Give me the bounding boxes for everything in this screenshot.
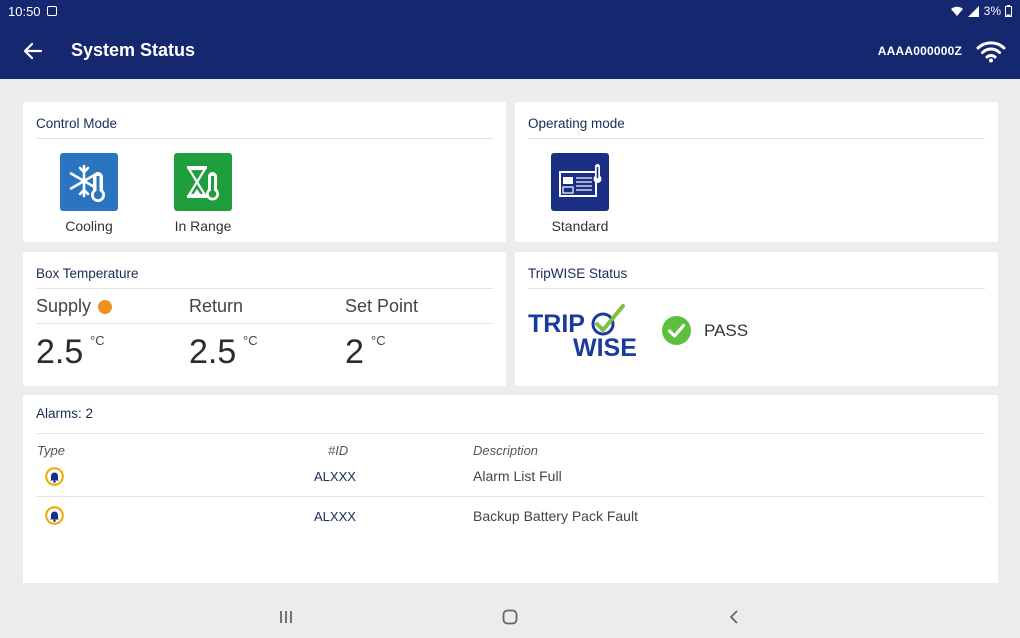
tripwise-pass: PASS xyxy=(662,316,748,345)
supply-status-dot xyxy=(98,299,113,314)
tripwise-logo: TRIP WISE xyxy=(528,304,637,358)
return-label: Return xyxy=(189,296,244,316)
control-mode-label: In Range xyxy=(174,218,232,234)
wifi-status-icon xyxy=(950,6,963,16)
set-point-label: Set Point xyxy=(345,296,419,316)
alarm-description: Alarm List Full xyxy=(473,468,562,484)
navigation-bar xyxy=(0,596,1020,638)
app-bar: System Status AAAA000000Z xyxy=(0,22,1020,79)
status-bar: 10:50 3% xyxy=(0,0,1020,22)
alarms-count: 2 xyxy=(85,406,94,421)
hourglass-thermometer-icon xyxy=(174,153,232,211)
chevron-left-icon xyxy=(729,610,738,624)
operating-mode-standard: Standard xyxy=(535,153,625,234)
back-button[interactable] xyxy=(22,40,44,62)
control-mode-card: Control Mode Cooling In Range xyxy=(23,102,506,242)
snowflake-thermometer-icon xyxy=(60,153,118,211)
divider xyxy=(36,433,985,434)
alarms-title: Alarms: 2 xyxy=(36,406,93,421)
bell-icon xyxy=(45,467,64,486)
return-unit: °C xyxy=(243,333,258,348)
supply-label: Supply xyxy=(36,296,113,317)
set-point-temp: Set Point xyxy=(345,296,418,317)
bell-icon xyxy=(45,506,64,525)
operating-mode-card: Operating mode Standard xyxy=(515,102,998,242)
alarms-card: Alarms: 2 Type #ID Description ALXXX Ala… xyxy=(23,395,998,583)
nav-back-button[interactable] xyxy=(722,606,746,628)
operating-mode-title: Operating mode xyxy=(528,116,625,131)
device-id: AAAA000000Z xyxy=(877,43,962,58)
alarm-description: Backup Battery Pack Fault xyxy=(473,508,638,524)
divider xyxy=(528,138,985,139)
status-time: 10:50 xyxy=(8,3,41,19)
notification-icon xyxy=(46,6,57,16)
alarm-id: ALXXX xyxy=(314,469,356,484)
control-mode-cooling: Cooling xyxy=(44,153,134,234)
operating-mode-label: Standard xyxy=(551,218,609,234)
check-circle-icon xyxy=(662,316,691,345)
alarms-header-description: Description xyxy=(473,443,539,458)
control-mode-title: Control Mode xyxy=(36,116,118,131)
reefer-unit-icon xyxy=(551,153,609,211)
alarms-header-id: #ID xyxy=(328,443,349,458)
alarm-id: ALXXX xyxy=(314,509,356,524)
supply-temp: Supply xyxy=(36,296,113,317)
control-mode-in-range: In Range xyxy=(158,153,248,234)
control-mode-label: Cooling xyxy=(65,218,113,234)
recent-apps-icon xyxy=(280,611,292,623)
battery-percent: 3% xyxy=(983,4,1001,18)
tripwise-title: TripWISE Status xyxy=(528,266,628,281)
return-temp: Return xyxy=(189,296,243,317)
alarms-title-text: Alarms: xyxy=(36,406,86,421)
divider xyxy=(36,323,493,324)
set-point-unit: °C xyxy=(371,333,386,348)
divider xyxy=(36,138,493,139)
tripwise-status-card: TripWISE Status TRIP WISE PASS xyxy=(515,252,998,386)
supply-value: 2.5 xyxy=(36,333,84,371)
tripwise-logo-bottom: WISE xyxy=(573,334,637,358)
alarms-header-type: Type xyxy=(37,443,65,458)
supply-label-text: Supply xyxy=(36,296,92,316)
recent-apps-button[interactable] xyxy=(274,606,298,628)
box-temperature-title: Box Temperature xyxy=(36,266,139,281)
arrow-left-icon xyxy=(24,42,42,59)
return-value: 2.5 xyxy=(189,333,237,371)
home-button[interactable] xyxy=(498,606,522,628)
box-temperature-card: Box Temperature Supply Return Set Point … xyxy=(23,252,506,386)
battery-icon xyxy=(1005,5,1012,17)
wifi-connection-icon[interactable] xyxy=(976,39,1006,63)
set-point-value: 2 xyxy=(345,333,364,371)
tripwise-status-text: PASS xyxy=(704,320,749,340)
divider xyxy=(528,288,985,289)
page-title: System Status xyxy=(71,40,196,60)
home-icon xyxy=(502,609,518,625)
divider xyxy=(36,288,493,289)
status-icons: 3% xyxy=(950,4,1012,18)
signal-icon xyxy=(967,5,979,17)
supply-unit: °C xyxy=(90,333,105,348)
divider xyxy=(36,496,985,497)
